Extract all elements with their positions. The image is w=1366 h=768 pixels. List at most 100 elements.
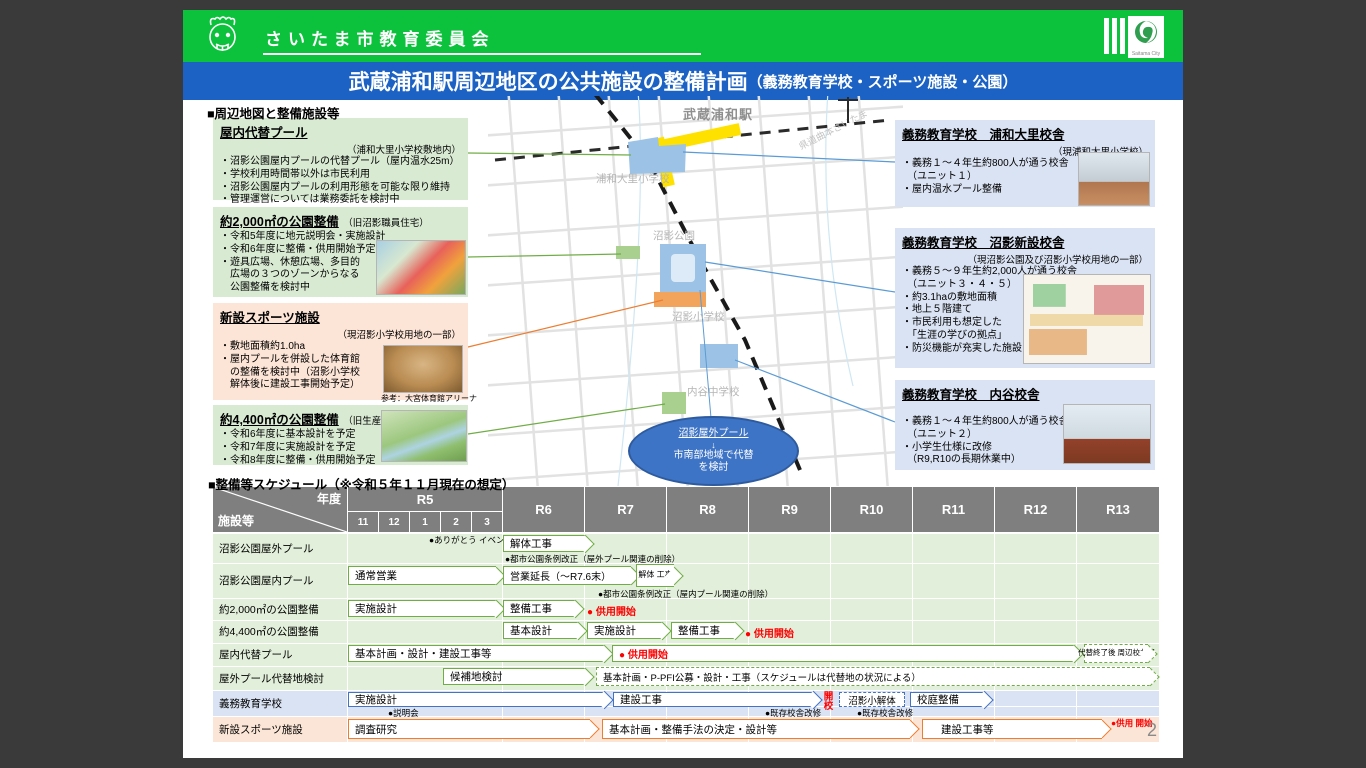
gantt-bar-plan-design-build: 基本計画・設計・建設工事等 bbox=[348, 645, 604, 662]
slide: さいたま市教育委員会 Saitama City 武蔵浦和駅周辺地区の公共施設の整… bbox=[183, 10, 1183, 758]
year-header-R9: R9 bbox=[749, 487, 830, 532]
bullet: ・屋内プールを併設した体育館 の整備を検討中（沼影小学校 解体後に建設工事開始予… bbox=[220, 354, 380, 392]
service-start-label: ● 供用開始 bbox=[745, 625, 794, 640]
school-opening-label: 開校 bbox=[822, 691, 832, 710]
info-box-school-uchiya: 義務教育学校 内谷校舎 ・義務１～４年生約800人が通う校舎 （ユニット２） ・… bbox=[895, 380, 1155, 470]
year-header-R8: R8 bbox=[667, 487, 748, 532]
bullet: ・市民利用も想定した 「生涯の学びの拠点」 bbox=[902, 317, 1027, 343]
year-header-R7: R7 bbox=[585, 487, 666, 532]
header-bar: さいたま市教育委員会 Saitama City bbox=[183, 10, 1183, 62]
bullet: ・沼影公園屋内プールの利用形態を可能な限り維持 bbox=[220, 182, 461, 195]
month-header: 3 bbox=[472, 512, 502, 532]
event-note: ●ありがとう イベント bbox=[429, 536, 499, 546]
gantt-bar-construction: 建設工事等 bbox=[922, 719, 1102, 739]
box-subtitle: （旧沼影職員住宅） bbox=[343, 218, 429, 229]
service-start-label: ● 供用開始 bbox=[587, 603, 636, 618]
org-underline bbox=[263, 53, 701, 55]
ordinance-note: ●都市公園条例改正（屋内プール関連の削除） bbox=[598, 588, 773, 600]
station-platform bbox=[661, 129, 740, 146]
box-title: 屋内代替プール bbox=[220, 126, 308, 140]
month-header: 11 bbox=[348, 512, 378, 532]
info-box-park-2000: 約2,000㎡の公園整備 （旧沼影職員住宅） ・令和5年度に地元説明会・実施設計… bbox=[213, 207, 468, 297]
gantt-bar-work: 整備工事 bbox=[503, 600, 575, 617]
gantt-bar-site-study: 候補地検討 bbox=[443, 668, 585, 685]
numakage-pool-shape bbox=[671, 254, 695, 282]
box-subtitle: （現沼影公園及び沼影小学校用地の一部） bbox=[902, 252, 1148, 266]
row-label-outdoor-pool: 沼影公園屋外プール bbox=[213, 533, 347, 563]
callout-line2: 市南部地域で代替 bbox=[630, 450, 797, 462]
box-title: 新設スポーツ施設 bbox=[220, 311, 320, 325]
gantt-bar-research: 調査研究 bbox=[348, 719, 590, 739]
map-label-uchiya-jhs: 内谷中学校 bbox=[687, 384, 740, 399]
crosshair-cursor bbox=[838, 99, 858, 101]
corner-header-cell: 年度 施設等 bbox=[213, 487, 347, 532]
gantt-bar-basic-design: 基本設計 bbox=[503, 622, 578, 639]
park-4400-site bbox=[662, 392, 686, 414]
park-photo bbox=[381, 410, 467, 462]
outdoor-pool-callout: 沼影屋外プール ↓ 市南部地域で代替 を検討 bbox=[628, 416, 799, 486]
deco-bar bbox=[1104, 18, 1109, 54]
gantt-bar-design: 実施設計 bbox=[348, 600, 496, 617]
map-label-urawa-osato: 浦和大里小学校 bbox=[596, 171, 670, 186]
box-subtitle: （浦和大里小学校敷地内） bbox=[220, 142, 461, 156]
month-header: 1 bbox=[410, 512, 440, 532]
park-2000-site bbox=[616, 246, 640, 259]
renovation-note: ●既存校舎改修 bbox=[857, 707, 913, 719]
sports-facility-site bbox=[654, 292, 706, 307]
gantt-bar-demolition: 解体 工事 bbox=[636, 564, 674, 587]
photo-caption: 参考：大宮体育館アリーナ bbox=[381, 393, 477, 404]
box-title: 義務教育学校 内谷校舎 bbox=[902, 388, 1040, 402]
info-box-school-urawa-osato: 義務教育学校 浦和大里校舎 （現浦和大里小学校） ・義務１～４年生約800人が通… bbox=[895, 120, 1155, 207]
gantt-bar-plan: 基本計画・整備手法の決定・設計等 bbox=[602, 719, 910, 739]
gantt-bar-work: 整備工事 bbox=[671, 622, 735, 639]
briefing-note: ●説明会 bbox=[388, 707, 419, 719]
page-title: 武蔵浦和駅周辺地区の公共施設の整備計画 bbox=[349, 66, 748, 96]
page-title-sub: （義務教育学校・スポーツ施設・公園） bbox=[748, 71, 1018, 92]
year-header-R13: R13 bbox=[1077, 487, 1159, 532]
bullet: ・義務１～４年生約800人が通う校舎 （ユニット２） bbox=[902, 416, 1070, 442]
box-title: 約2,000㎡の公園整備 bbox=[220, 215, 339, 229]
schedule-heading: ■整備等スケジュール（※令和５年１１月現在の想定） bbox=[208, 474, 514, 493]
gantt-bar-shared-use: 代替終了後 周辺校共用 bbox=[1084, 644, 1148, 663]
row-label-park-4400: 約4,400㎡の公園整備 bbox=[213, 620, 347, 643]
row-label-pool-site-study: 屋外プール代替地検討 bbox=[213, 666, 347, 690]
bullet: ・義務１～４年生約800人が通う校舎 （ユニット１） bbox=[902, 158, 1077, 184]
year-header-R12: R12 bbox=[995, 487, 1076, 532]
box-subtitle: （現沼影小学校用地の一部） bbox=[220, 327, 461, 341]
box-title: 約4,400㎡の公園整備 bbox=[220, 413, 339, 427]
bullet: ・小学生仕様に改修 （R9,R10の長期休業中） bbox=[902, 442, 1070, 468]
down-arrow-icon: ↓ bbox=[630, 440, 797, 451]
gantt-bar-extension: 営業延長（～R7.6末） bbox=[503, 566, 631, 585]
bullet: ・沼影公園屋内プールの代替プール（屋内温水25m） bbox=[220, 156, 461, 169]
map-label-numakage-park: 沼影公園 bbox=[653, 228, 695, 243]
row-label-replacement-pool: 屋内代替プール bbox=[213, 643, 347, 666]
floor-plan-image bbox=[1023, 274, 1151, 364]
gantt-bar-elem-demolition: 沼影小解体 bbox=[839, 692, 905, 707]
month-header: 2 bbox=[441, 512, 471, 532]
year-header-R11: R11 bbox=[913, 487, 994, 532]
uchiya-site bbox=[700, 344, 738, 368]
bullet: ・遊具広場、休憩広場、多目的 広場の３つのゾーンからなる 公園整備を検討中 bbox=[220, 257, 375, 295]
org-name: さいたま市教育委員会 bbox=[265, 25, 495, 50]
logo-text: Saitama City bbox=[1128, 51, 1164, 57]
gantt-bar-normal-operation: 通常営業 bbox=[348, 566, 496, 585]
info-box-school-numakage-new: 義務教育学校 沼影新設校舎 （現沼影公園及び沼影小学校用地の一部） ・義務５～９… bbox=[895, 228, 1155, 368]
gantt-bar-construction: 建設工事 bbox=[613, 692, 813, 707]
bullet: ・管理運営については業務委託を検討中 bbox=[220, 194, 461, 207]
callout-line3: を検討 bbox=[630, 462, 797, 474]
table-row bbox=[213, 533, 1159, 563]
map-section-heading: ■周辺地図と整備施設等 bbox=[207, 103, 340, 122]
deco-bar bbox=[1112, 18, 1117, 54]
callout-line1: 沼影屋外プール bbox=[630, 428, 797, 440]
box-title: 義務教育学校 沼影新設校舎 bbox=[902, 236, 1065, 250]
playground-photo bbox=[376, 240, 466, 295]
renovation-note: ●既存校舎改修 bbox=[765, 707, 821, 719]
year-header-R10: R10 bbox=[831, 487, 912, 532]
bullet: ・学校利用時間帯以外は市民利用 bbox=[220, 169, 461, 182]
school-photo bbox=[1063, 404, 1151, 464]
row-label-sports: 新設スポーツ施設 bbox=[213, 716, 347, 742]
service-start-label: ● 供用開始 bbox=[619, 646, 668, 661]
page-number: 2 bbox=[1147, 720, 1157, 741]
box-title: 義務教育学校 浦和大里校舎 bbox=[902, 128, 1065, 142]
row-label-school: 義務教育学校 bbox=[213, 690, 347, 716]
